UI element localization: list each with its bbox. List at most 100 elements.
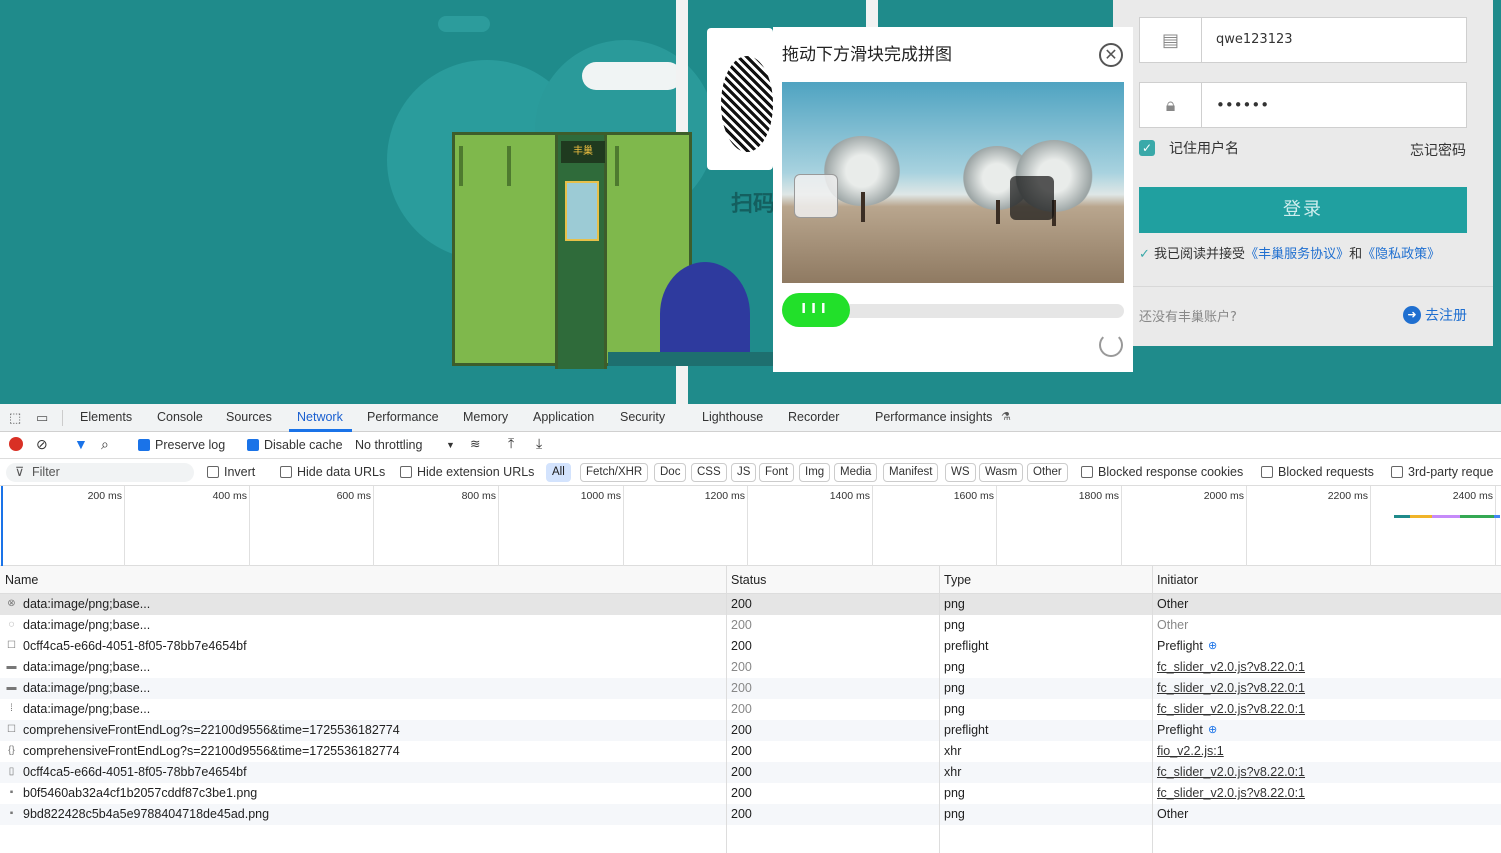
login-button[interactable]: 登录 bbox=[1139, 187, 1467, 233]
type-filter-all[interactable]: All bbox=[546, 463, 571, 482]
slider-knob[interactable]: III bbox=[782, 293, 850, 327]
record-stop-icon[interactable] bbox=[9, 437, 23, 451]
request-name[interactable]: comprehensiveFrontEndLog?s=22100d9556&ti… bbox=[23, 723, 400, 737]
table-row[interactable]: ▬ data:image/png;base... 200 png fc_slider_v… bbox=[0, 678, 1501, 699]
table-row[interactable]: ⁞ data:image/png;base... 200 png fc_slider_v… bbox=[0, 699, 1501, 720]
refresh-icon[interactable] bbox=[1099, 333, 1123, 357]
table-row[interactable]: ▪ 9bd822428c5b4a5e9788404718de45ad.png 200… bbox=[0, 804, 1501, 825]
type-filter-font[interactable]: Font bbox=[759, 463, 795, 482]
tab-performance[interactable]: Performance bbox=[367, 410, 439, 424]
table-row[interactable]: {} comprehensiveFrontEndLog?s=22100d9556&… bbox=[0, 741, 1501, 762]
preflight-link-icon[interactable]: ⊕ bbox=[1208, 639, 1217, 652]
request-name[interactable]: 0cff4ca5-e66d-4051-8f05-78bb7e4654bf bbox=[23, 765, 247, 779]
remember-username[interactable]: ✓ 记住用户名 bbox=[1139, 138, 1239, 158]
request-name[interactable]: data:image/png;base... bbox=[23, 681, 150, 695]
table-row[interactable]: ☐ comprehensiveFrontEndLog?s=22100d9556&t… bbox=[0, 720, 1501, 741]
request-initiator[interactable]: fc_slider_v2.0.js?v8.22.0:1 bbox=[1157, 660, 1305, 674]
disable-cache-label: Disable cache bbox=[264, 438, 343, 452]
disable-cache-checkbox[interactable]: Disable cache bbox=[247, 438, 343, 452]
download-icon[interactable]: ⤓ bbox=[536, 435, 542, 452]
checkmark-icon[interactable]: ✓ bbox=[1139, 140, 1155, 156]
request-name[interactable]: data:image/png;base... bbox=[23, 618, 150, 632]
table-row[interactable]: ▪ b0f5460ab32a4cf1b2057cddf87c3be1.png 200… bbox=[0, 783, 1501, 804]
request-status: 200 bbox=[731, 723, 752, 737]
filter-icon[interactable]: ▼ bbox=[74, 436, 88, 452]
network-conditions-icon[interactable]: ≋ bbox=[470, 436, 480, 451]
tab-sources[interactable]: Sources bbox=[226, 410, 272, 424]
type-filter-css[interactable]: CSS bbox=[691, 463, 727, 482]
column-type[interactable]: Type bbox=[944, 573, 971, 587]
puzzle-piece[interactable] bbox=[794, 174, 838, 218]
type-filter-other[interactable]: Other bbox=[1027, 463, 1068, 482]
tab-performance-insights[interactable]: Performance insights bbox=[875, 410, 992, 424]
request-name[interactable]: comprehensiveFrontEndLog?s=22100d9556&ti… bbox=[23, 744, 400, 758]
username-field[interactable]: ▤ qwe123123 bbox=[1139, 17, 1467, 63]
blocked-requests-checkbox[interactable]: Blocked requests bbox=[1261, 465, 1374, 479]
forgot-password-link[interactable]: 忘记密码 bbox=[1410, 140, 1466, 160]
table-row[interactable]: ◌ data:image/png;base... 200 png Other bbox=[0, 615, 1501, 636]
tab-application[interactable]: Application bbox=[533, 410, 594, 424]
request-name[interactable]: data:image/png;base... bbox=[23, 597, 150, 611]
tab-lighthouse[interactable]: Lighthouse bbox=[702, 410, 763, 424]
type-filter-manifest[interactable]: Manifest bbox=[883, 463, 939, 482]
column-initiator[interactable]: Initiator bbox=[1157, 573, 1198, 587]
table-row[interactable]: ▬ data:image/png;base... 200 png fc_slider_v… bbox=[0, 657, 1501, 678]
request-name[interactable]: 9bd822428c5b4a5e9788404718de45ad.png bbox=[23, 807, 269, 821]
filter-input[interactable]: ⊽ Filter bbox=[6, 463, 194, 482]
preflight-link-icon[interactable]: ⊕ bbox=[1208, 723, 1217, 736]
checkbox-icon bbox=[280, 466, 292, 478]
column-status[interactable]: Status bbox=[731, 573, 766, 587]
request-initiator[interactable]: fc_slider_v2.0.js?v8.22.0:1 bbox=[1157, 765, 1305, 779]
tab-memory[interactable]: Memory bbox=[463, 410, 508, 424]
device-toolbar-icon[interactable]: ▭ bbox=[36, 410, 48, 426]
password-field[interactable]: 🔒︎ •••••• bbox=[1139, 82, 1467, 128]
hide-extension-urls-checkbox[interactable]: Hide extension URLs bbox=[400, 465, 534, 479]
type-filter-doc[interactable]: Doc bbox=[654, 463, 687, 482]
tab-elements[interactable]: Elements bbox=[80, 410, 132, 424]
check-circle-icon[interactable]: ✓ bbox=[1139, 247, 1150, 262]
request-initiator[interactable]: fc_slider_v2.0.js?v8.22.0:1 bbox=[1157, 681, 1305, 695]
blocked-cookies-checkbox[interactable]: Blocked response cookies bbox=[1081, 465, 1243, 479]
type-filter-media[interactable]: Media bbox=[834, 463, 878, 482]
terms-link[interactable]: 《丰巢服务协议》 bbox=[1245, 247, 1349, 262]
type-filter-js[interactable]: JS bbox=[731, 463, 757, 482]
preserve-log-checkbox[interactable]: Preserve log bbox=[138, 438, 225, 452]
type-filter-ws[interactable]: WS bbox=[945, 463, 976, 482]
tab-security[interactable]: Security bbox=[620, 410, 665, 424]
request-name[interactable]: 0cff4ca5-e66d-4051-8f05-78bb7e4654bf bbox=[23, 639, 247, 653]
tab-console[interactable]: Console bbox=[157, 410, 203, 424]
privacy-link[interactable]: 《隐私政策》 bbox=[1362, 247, 1440, 262]
close-icon[interactable]: ✕ bbox=[1099, 43, 1123, 67]
clear-icon[interactable]: ⊘ bbox=[36, 436, 48, 453]
request-name[interactable]: b0f5460ab32a4cf1b2057cddf87c3be1.png bbox=[23, 786, 257, 800]
inspect-element-icon[interactable]: ⬚ bbox=[9, 410, 21, 426]
request-type: png bbox=[944, 681, 965, 695]
chevron-down-icon[interactable]: ▼ bbox=[446, 440, 455, 450]
devtools-tabbar: ⬚ ▭ Elements Console Sources Network Per… bbox=[0, 404, 1501, 432]
request-initiator[interactable]: fc_slider_v2.0.js?v8.22.0:1 bbox=[1157, 702, 1305, 716]
third-party-checkbox[interactable]: 3rd-party reque bbox=[1391, 465, 1493, 479]
throttling-select[interactable]: No throttling bbox=[355, 438, 422, 452]
table-row[interactable]: ▯ 0cff4ca5-e66d-4051-8f05-78bb7e4654bf 200… bbox=[0, 762, 1501, 783]
table-row[interactable]: ☐ 0cff4ca5-e66d-4051-8f05-78bb7e4654bf 200… bbox=[0, 636, 1501, 657]
hide-data-urls-checkbox[interactable]: Hide data URLs bbox=[280, 465, 385, 479]
search-icon[interactable]: ⌕ bbox=[101, 436, 109, 453]
tab-recorder[interactable]: Recorder bbox=[788, 410, 839, 424]
request-initiator[interactable]: fio_v2.2.js:1 bbox=[1157, 744, 1224, 758]
type-filter-fetch-xhr[interactable]: Fetch/XHR bbox=[580, 463, 649, 482]
request-name[interactable]: data:image/png;base... bbox=[23, 660, 150, 674]
upload-icon[interactable]: ⤒ bbox=[508, 435, 514, 452]
register-link[interactable]: ➜ 去注册 bbox=[1403, 305, 1467, 325]
invert-checkbox[interactable]: Invert bbox=[207, 465, 255, 479]
request-name[interactable]: data:image/png;base... bbox=[23, 702, 150, 716]
request-status: 200 bbox=[731, 786, 752, 800]
table-row[interactable]: ⊗ data:image/png;base... 200 png Other bbox=[0, 594, 1501, 615]
tab-network[interactable]: Network bbox=[297, 410, 343, 424]
network-overview-timeline[interactable]: 200 ms 400 ms 600 ms 800 ms 1000 ms 1200… bbox=[0, 486, 1501, 566]
checkbox-checked-icon bbox=[247, 439, 259, 451]
plant-illustration bbox=[660, 262, 750, 366]
column-name[interactable]: Name bbox=[5, 573, 38, 587]
request-initiator[interactable]: fc_slider_v2.0.js?v8.22.0:1 bbox=[1157, 786, 1305, 800]
type-filter-wasm[interactable]: Wasm bbox=[979, 463, 1024, 482]
type-filter-img[interactable]: Img bbox=[799, 463, 831, 482]
